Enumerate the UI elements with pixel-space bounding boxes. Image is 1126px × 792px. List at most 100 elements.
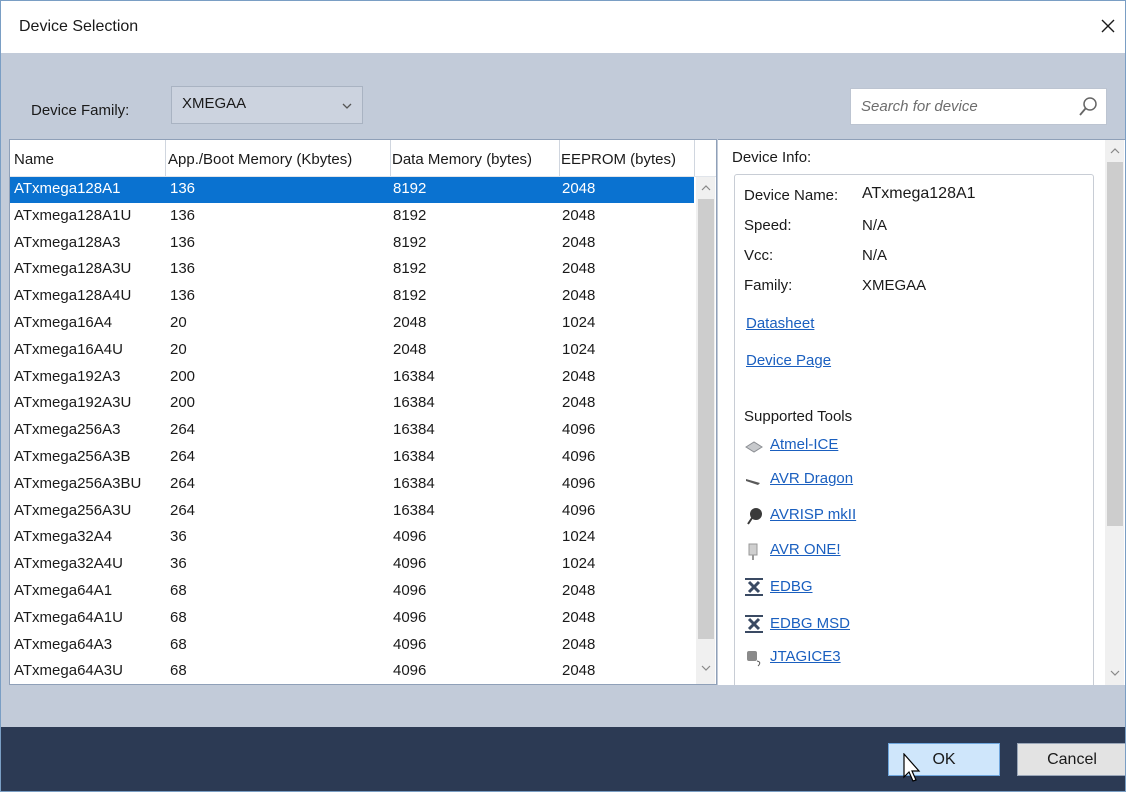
device-info-title: Device Info:	[732, 149, 812, 166]
cancel-button[interactable]: Cancel	[1017, 743, 1125, 776]
scroll-up-icon[interactable]	[1109, 146, 1121, 156]
tool-link-edbg-msd[interactable]: EDBG MSD	[770, 615, 850, 632]
table-row[interactable]: ATxmega64A3U 68 4096 2048	[10, 659, 694, 684]
cell-data-memory: 4096	[393, 662, 427, 680]
cell-data-memory: 8192	[393, 206, 427, 224]
cell-eeprom: 4096	[562, 448, 596, 465]
table-row[interactable]: ATxmega16A4U 20 2048 1024	[10, 338, 694, 364]
cell-data-memory: 16384	[393, 367, 435, 385]
cell-app-memory: 20	[170, 314, 187, 331]
vcc-label: Vcc:	[744, 247, 774, 264]
search-icon[interactable]	[1078, 96, 1098, 118]
cell-app-memory: 200	[170, 367, 196, 385]
cell-name: ATxmega192A3U	[14, 394, 132, 412]
scroll-down-icon[interactable]	[1109, 668, 1121, 678]
column-divider[interactable]	[390, 140, 391, 176]
table-row[interactable]: ATxmega192A3 200 16384 2048	[10, 365, 694, 391]
table-scrollbar[interactable]	[696, 177, 715, 684]
close-icon	[1101, 19, 1115, 33]
cell-eeprom: 2048	[562, 260, 596, 278]
device-info-scrollbar[interactable]	[1105, 140, 1124, 685]
cell-eeprom: 2048	[562, 662, 596, 680]
cell-eeprom: 1024	[562, 528, 596, 546]
close-button[interactable]	[1093, 11, 1123, 41]
table-row[interactable]: ATxmega128A4U 136 8192 2048	[10, 284, 694, 310]
cell-data-memory: 4096	[393, 608, 427, 626]
supported-tools-title: Supported Tools	[744, 408, 853, 425]
tool-link-avr-dragon[interactable]: AVR Dragon	[770, 470, 853, 487]
tool-link-edbg[interactable]: EDBG	[770, 578, 813, 595]
cell-app-memory: 264	[170, 421, 196, 439]
cell-eeprom: 2048	[562, 206, 596, 224]
table-row[interactable]: ATxmega64A1 68 4096 2048	[10, 579, 694, 605]
window-title: Device Selection	[19, 18, 139, 35]
device-table: Name App./Boot Memory (Kbytes) Data Memo…	[9, 139, 717, 685]
cell-eeprom: 2048	[562, 233, 596, 251]
cell-data-memory: 8192	[393, 180, 427, 197]
tool-link-jtagice3[interactable]: JTAGICE3	[770, 648, 841, 665]
column-header-eeprom[interactable]: EEPROM (bytes)	[561, 151, 676, 168]
table-row[interactable]: ATxmega64A1U 68 4096 2048	[10, 606, 694, 632]
tool-link-avr-one[interactable]: AVR ONE!	[770, 541, 841, 558]
table-row[interactable]: ATxmega128A1U 136 8192 2048	[10, 204, 694, 230]
mouse-cursor-icon	[903, 753, 921, 782]
table-row[interactable]: ATxmega128A3 136 8192 2048	[10, 231, 694, 257]
table-row[interactable]: ATxmega16A4 20 2048 1024	[10, 311, 694, 337]
cell-data-memory: 4096	[393, 582, 427, 599]
cell-name: ATxmega128A3U	[14, 260, 132, 278]
cell-data-memory: 16384	[393, 421, 435, 439]
table-row[interactable]: ATxmega256A3B 264 16384 4096	[10, 445, 694, 471]
device-name-label: Device Name:	[744, 187, 839, 204]
table-row[interactable]: ATxmega64A3 68 4096 2048	[10, 633, 694, 659]
scrollbar-thumb[interactable]	[1107, 162, 1123, 526]
table-row[interactable]: ATxmega128A3U 136 8192 2048	[10, 257, 694, 283]
search-placeholder: Search for device	[861, 98, 978, 115]
cell-eeprom: 4096	[562, 474, 596, 492]
cell-name: ATxmega64A3	[14, 635, 113, 653]
cell-name: ATxmega16A4U	[14, 340, 123, 358]
column-header-name[interactable]: Name	[14, 151, 54, 168]
column-divider[interactable]	[694, 140, 695, 176]
avr-one-icon	[748, 543, 758, 560]
table-row[interactable]: ATxmega128A1 136 8192 2048	[10, 177, 694, 203]
column-header-data-memory[interactable]: Data Memory (bytes)	[392, 151, 532, 168]
cell-eeprom: 2048	[562, 608, 596, 626]
cell-app-memory: 136	[170, 287, 196, 305]
table-body: ATxmega128A1 136 8192 2048 ATxmega128A1U 136 8…	[10, 177, 694, 684]
chevron-down-icon	[342, 103, 352, 109]
device-page-link[interactable]: Device Page	[746, 352, 831, 369]
column-divider[interactable]	[165, 140, 166, 176]
device-name-value: ATxmega128A1	[862, 185, 976, 202]
table-row[interactable]: ATxmega32A4U 36 4096 1024	[10, 552, 694, 578]
cell-app-memory: 264	[170, 501, 196, 519]
speed-value: N/A	[862, 217, 888, 234]
table-row[interactable]: ATxmega256A3U 264 16384 4096	[10, 499, 694, 525]
cell-data-memory: 8192	[393, 287, 427, 305]
datasheet-link[interactable]: Datasheet	[746, 315, 814, 332]
column-header-app-memory[interactable]: App./Boot Memory (Kbytes)	[168, 151, 352, 168]
scroll-down-icon[interactable]	[700, 663, 712, 673]
cell-eeprom: 2048	[562, 367, 596, 385]
device-selection-dialog: Device Selection Device Family: XMEGAA S…	[0, 0, 1126, 792]
cell-eeprom: 4096	[562, 421, 596, 439]
table-row[interactable]: ATxmega256A3BU 264 16384 4096	[10, 472, 694, 498]
cell-name: ATxmega128A1	[14, 180, 121, 197]
cell-data-memory: 16384	[393, 394, 435, 412]
cell-name: ATxmega256A3	[14, 421, 121, 439]
tool-link-atmel-ice[interactable]: Atmel-ICE	[770, 436, 838, 453]
column-divider[interactable]	[559, 140, 560, 176]
cell-data-memory: 4096	[393, 555, 427, 573]
table-row[interactable]: ATxmega192A3U 200 16384 2048	[10, 391, 694, 417]
family-value: XMEGAA	[862, 277, 927, 294]
cell-app-memory: 36	[170, 528, 187, 546]
scroll-up-icon[interactable]	[700, 183, 712, 193]
device-family-select[interactable]: XMEGAA	[171, 86, 363, 124]
cell-app-memory: 264	[170, 448, 196, 465]
tool-link-avrisp-mkii[interactable]: AVRISP mkII	[770, 506, 856, 523]
cell-app-memory: 20	[170, 340, 187, 358]
table-row[interactable]: ATxmega256A3 264 16384 4096	[10, 418, 694, 444]
device-family-value: XMEGAA	[182, 95, 247, 112]
scrollbar-thumb[interactable]	[698, 199, 714, 639]
search-input[interactable]: Search for device	[850, 88, 1107, 125]
table-row[interactable]: ATxmega32A4 36 4096 1024	[10, 525, 694, 551]
